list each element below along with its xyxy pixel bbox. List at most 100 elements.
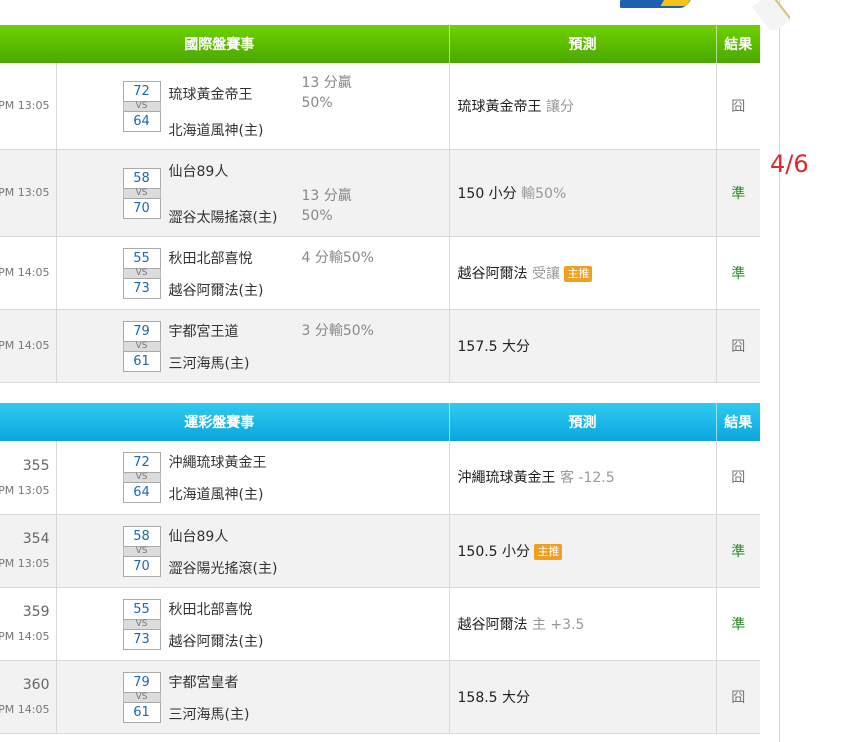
away-team[interactable]: 秋田北部喜悅 bbox=[169, 248, 253, 268]
away-team[interactable]: 仙台89人 bbox=[169, 161, 229, 181]
result-cell: 囧 bbox=[716, 309, 760, 383]
result-mark: 準 bbox=[731, 185, 746, 202]
home-score: 64 bbox=[122, 111, 161, 132]
home-team[interactable]: 澀谷陽光搖滾(主) bbox=[169, 558, 278, 578]
prediction-cell: 158.5 大分 bbox=[449, 660, 717, 734]
sports-lottery-games-table: 運彩盤賽事 預測 結果 355 PM 13:05 72 VS 64 沖繩琉球黃金… bbox=[0, 403, 760, 734]
away-team[interactable]: 宇都宮皇者 bbox=[169, 672, 239, 692]
matchup-cell: 72 VS 64 琉球黃金帝王 北海道風神(主) 13 分贏 50% bbox=[56, 63, 450, 150]
game-time-cell: 359 PM 14:05 bbox=[0, 587, 57, 661]
game-time-cell: PM 14:05 bbox=[0, 236, 57, 310]
scoreboard: 55 VS 73 bbox=[122, 247, 161, 299]
away-team[interactable]: 秋田北部喜悅 bbox=[169, 599, 253, 619]
sports-games-header: 運彩盤賽事 bbox=[0, 403, 450, 441]
spread-result: 3 分輸50% bbox=[301, 322, 374, 339]
home-team[interactable]: 北海道風神(主) bbox=[169, 484, 264, 504]
game-time: PM 14:05 bbox=[0, 703, 50, 716]
matchup-cell: 58 VS 70 仙台89人 澀谷太陽搖滾(主) 13 分贏 50% bbox=[56, 149, 450, 237]
home-score: 61 bbox=[122, 350, 161, 372]
result-cell: 囧 bbox=[716, 441, 760, 515]
intl-prediction-header: 預測 bbox=[449, 25, 717, 63]
sports-table-header: 運彩盤賽事 預測 結果 bbox=[0, 403, 760, 441]
game-time-cell: PM 13:05 bbox=[0, 63, 57, 150]
prediction-detail: 讓分 bbox=[545, 98, 574, 115]
away-score: 58 bbox=[122, 167, 161, 189]
away-score: 55 bbox=[122, 598, 161, 620]
prediction-pick: 沖繩琉球黃金王 bbox=[457, 470, 556, 487]
home-score: 61 bbox=[122, 701, 161, 723]
result-cell: 準 bbox=[716, 587, 760, 661]
prediction-pick: 158.5 大分 bbox=[457, 689, 531, 706]
result-mark: 囧 bbox=[731, 689, 746, 706]
intl-game-row: PM 14:05 79 VS 61 宇都宮王道 三河海馬(主) 3 分輸50% … bbox=[0, 309, 760, 383]
away-team[interactable]: 仙台89人 bbox=[169, 526, 229, 546]
away-score: 79 bbox=[122, 320, 161, 342]
away-team[interactable]: 宇都宮王道 bbox=[169, 321, 239, 341]
result-mark: 準 bbox=[731, 616, 746, 633]
prediction-cell: 越谷阿爾法 主 +3.5 bbox=[449, 587, 717, 661]
prediction-pick: 越谷阿爾法 bbox=[457, 616, 528, 633]
prediction-cell: 150.5 小分 主推 bbox=[449, 514, 717, 588]
vs-label: VS bbox=[122, 473, 161, 482]
result-mark: 囧 bbox=[731, 338, 746, 355]
result-cell: 囧 bbox=[716, 63, 760, 150]
away-score: 58 bbox=[122, 525, 161, 547]
home-team[interactable]: 澀谷太陽搖滾(主) bbox=[169, 207, 278, 227]
home-team[interactable]: 三河海馬(主) bbox=[169, 353, 250, 373]
intl-games-header: 國際盤賽事 bbox=[0, 25, 450, 63]
result-cell: 準 bbox=[716, 514, 760, 588]
scoreboard: 79 VS 61 bbox=[122, 671, 161, 723]
spread-percent: 50% bbox=[301, 95, 333, 111]
home-team[interactable]: 北海道風神(主) bbox=[169, 120, 264, 140]
scoreboard: 72 VS 64 bbox=[122, 452, 161, 503]
scoreboard: 79 VS 61 bbox=[122, 320, 161, 372]
prediction-pick: 琉球黃金帝王 bbox=[457, 98, 542, 115]
spread-result: 13 分贏 bbox=[301, 75, 352, 91]
prediction-cell: 157.5 大分 bbox=[449, 309, 717, 383]
result-cell: 準 bbox=[716, 236, 760, 310]
game-number: 355 bbox=[22, 457, 50, 474]
prediction-pick: 150.5 小分 bbox=[457, 543, 531, 560]
result-cell: 準 bbox=[716, 149, 760, 237]
page-right-border bbox=[779, 0, 780, 742]
scoreboard: 72 VS 64 bbox=[122, 81, 161, 132]
away-score: 79 bbox=[122, 671, 161, 693]
matchup-cell: 55 VS 73 秋田北部喜悅 越谷阿爾法(主) 4 分輸50% bbox=[56, 236, 450, 310]
prediction-pick: 157.5 大分 bbox=[457, 338, 531, 355]
vs-label: VS bbox=[122, 546, 161, 556]
away-score: 55 bbox=[122, 247, 161, 269]
game-time-cell: PM 13:05 bbox=[0, 149, 57, 237]
intl-result-header: 結果 bbox=[716, 25, 760, 63]
result-mark: 囧 bbox=[731, 470, 746, 487]
matchup-cell: 79 VS 61 宇都宮皇者 三河海馬(主) bbox=[56, 660, 450, 734]
matchup-cell: 58 VS 70 仙台89人 澀谷陽光搖滾(主) bbox=[56, 514, 450, 588]
main-pick-badge: 主推 bbox=[534, 543, 563, 560]
sports-game-row: 355 PM 13:05 72 VS 64 沖繩琉球黃金王 北海道風神(主) 沖… bbox=[0, 441, 760, 515]
scoreboard: 58 VS 70 bbox=[122, 167, 161, 219]
home-team[interactable]: 三河海馬(主) bbox=[169, 704, 250, 724]
vs-label: VS bbox=[122, 692, 161, 702]
game-time: PM 13:05 bbox=[0, 483, 50, 497]
game-time: PM 14:05 bbox=[0, 339, 50, 352]
away-team[interactable]: 沖繩琉球黃金王 bbox=[169, 452, 267, 472]
away-score: 72 bbox=[122, 81, 161, 102]
game-time: PM 14:05 bbox=[0, 630, 50, 643]
home-score: 73 bbox=[122, 628, 161, 650]
prediction-detail: 受讓 bbox=[531, 265, 560, 282]
matchup-cell: 79 VS 61 宇都宮王道 三河海馬(主) 3 分輸50% bbox=[56, 309, 450, 383]
game-number: 360 bbox=[22, 677, 50, 693]
away-team[interactable]: 琉球黃金帝王 bbox=[169, 84, 253, 104]
game-time: PM 13:05 bbox=[0, 557, 50, 570]
intl-table-header: 國際盤賽事 預測 結果 bbox=[0, 25, 760, 63]
home-team[interactable]: 越谷阿爾法(主) bbox=[169, 280, 264, 300]
home-score: 73 bbox=[122, 277, 161, 299]
result-mark: 準 bbox=[731, 543, 746, 560]
result-mark: 囧 bbox=[731, 98, 746, 115]
intl-game-row: PM 13:05 72 VS 64 琉球黃金帝王 北海道風神(主) 13 分贏 … bbox=[0, 63, 760, 150]
intl-game-row: PM 13:05 58 VS 70 仙台89人 澀谷太陽搖滾(主) 13 分贏 … bbox=[0, 149, 760, 237]
home-score: 70 bbox=[122, 555, 161, 577]
sports-result-header: 結果 bbox=[716, 403, 760, 441]
home-team[interactable]: 越谷阿爾法(主) bbox=[169, 631, 264, 651]
result-mark: 準 bbox=[731, 265, 746, 282]
vs-label: VS bbox=[122, 619, 161, 629]
